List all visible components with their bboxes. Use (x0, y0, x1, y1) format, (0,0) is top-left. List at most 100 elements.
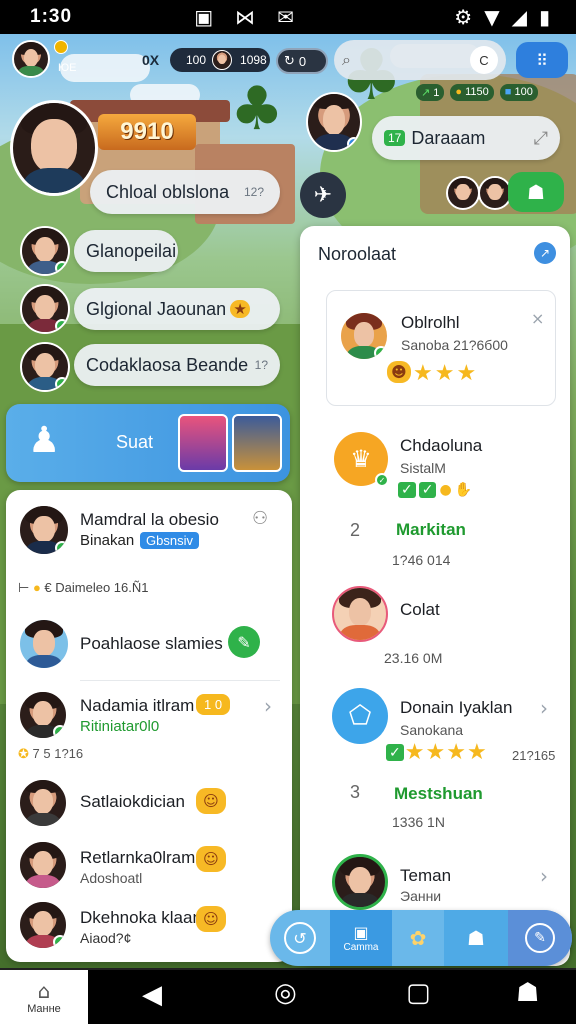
list-avatar[interactable] (332, 854, 388, 910)
chat-message-text: Chloal oblslona (106, 181, 230, 202)
list-item-sub: Aiaod?¢ (80, 930, 132, 946)
search-clear-button[interactable]: C (470, 46, 498, 74)
chevron-right-icon[interactable]: › (540, 864, 548, 888)
back-button[interactable]: ◀ (142, 980, 162, 1010)
chat-message[interactable]: Codaklaosa Beande 1? (74, 344, 280, 386)
stat-chip: ■ 100 (499, 84, 538, 101)
tab-history[interactable]: ↺ (270, 910, 330, 966)
tab-camera[interactable]: ▣ Camma (330, 910, 392, 966)
list-item-sub: SistalМ (400, 460, 446, 476)
chevron-right-icon[interactable]: › (264, 694, 272, 718)
list-avatar[interactable] (18, 778, 68, 828)
chat-message[interactable]: Glanopeilai (74, 230, 178, 272)
list-avatar[interactable]: ✓ (18, 690, 68, 740)
chevron-right-icon[interactable]: › (540, 696, 548, 720)
list-item-meta: ⊢ ● € Daimeleo 16.Ñ1 (18, 580, 149, 595)
emoji-sticker-icon: ☺ (196, 788, 226, 814)
chat-message-text: Glanopeilai (86, 240, 177, 261)
main-score-value: 9910 (120, 118, 174, 145)
badge-row: ✓ ✓ ● ✋ (398, 482, 472, 498)
gear-icon: ⚙ (454, 5, 473, 29)
status-bar: 1:30 ▣ ⋈ ✉ ⚙ ▼ ◢ ▮ (0, 0, 576, 34)
chat-tag-icon: 17 (384, 130, 406, 146)
coins-counter[interactable]: 100 1098 (170, 48, 270, 72)
chat-avatar[interactable]: ✓ (20, 342, 70, 392)
signal-icon: ◢ (511, 5, 527, 29)
list-item-tag: Markitan (396, 520, 466, 539)
mail-notification-icon: ✉ (277, 5, 294, 29)
featured-item[interactable]: ✓ Oblrolhl × Sanoba 21?6б00 ☻ ★ ★ ★ (326, 290, 556, 406)
list-avatar[interactable]: ✓ (18, 900, 68, 950)
coins-value: 100 (186, 53, 207, 67)
close-icon[interactable]: × (531, 309, 544, 328)
pin-button[interactable]: ✈ (300, 172, 346, 218)
search-bar[interactable]: ⌕ C (334, 40, 506, 80)
rank-number: 3 (350, 782, 361, 802)
tab-edit[interactable]: ✎ (508, 910, 572, 966)
search-icon: ⌕ (342, 50, 351, 69)
person-icon: ♟ (28, 420, 61, 461)
user-badge-label: ЮE (58, 62, 77, 74)
chat-partner-avatar[interactable]: ✓ (306, 92, 362, 152)
image-notification-icon: ▣ (194, 5, 214, 29)
profile-avatar[interactable] (12, 40, 50, 78)
account-button[interactable]: ☗ (516, 978, 539, 1008)
more-icon[interactable]: ⚇ (252, 508, 268, 529)
trophy-icon[interactable]: ♛ ✓ (334, 432, 389, 487)
home-tab[interactable]: ⌂ Mанне (0, 970, 88, 1024)
chat-message[interactable]: 17 Daraaam ⤢ (372, 116, 560, 160)
main-character-avatar[interactable]: ✓ (10, 100, 98, 196)
menu-grid-button[interactable]: ⠿ (516, 42, 568, 78)
tab-profile[interactable]: ☗ (444, 910, 508, 966)
list-avatar[interactable]: ✓ (18, 504, 70, 556)
compass-icon[interactable]: ↗ (534, 242, 556, 264)
group-avatar[interactable] (446, 176, 480, 210)
banner-thumbnail (232, 414, 282, 472)
list-item-name: Donain Iyaklan (400, 698, 513, 717)
tab-gifts[interactable]: ✿ (392, 910, 444, 966)
chat-avatar[interactable]: ✓ (20, 226, 70, 276)
chat-avatar[interactable]: ✓ (20, 284, 70, 334)
start-banner[interactable]: ♟ Suat (6, 404, 290, 482)
rank-number: 2 (350, 520, 361, 540)
list-item-name: Dkehnoka klaan (80, 908, 202, 927)
list-item-tag: Binakan (80, 532, 135, 549)
inbox-icon: ▣ (353, 923, 369, 942)
chat-message-text: Codaklaosa Beande (86, 354, 249, 375)
home-tab-label: Mанне (27, 1003, 61, 1015)
chat-message-meta: 12? (243, 185, 264, 199)
bottom-tab-bar: ↺ ▣ Camma ✿ ☗ ✎ (270, 910, 572, 966)
recents-button[interactable]: ▢ (406, 978, 431, 1008)
list-item-sub: Adoshoatl (80, 870, 143, 886)
expand-icon[interactable]: ⤢ (534, 128, 548, 149)
chat-bubble-icon[interactable]: ⬠ (332, 688, 388, 744)
card-title: Noroolaat (318, 244, 397, 264)
search-input[interactable] (356, 52, 457, 68)
clock-icon: ↺ (284, 922, 316, 954)
list-item-name: Poahlaose slamies (80, 634, 223, 653)
group-avatar[interactable] (478, 176, 512, 210)
battery-icon: ▮ (538, 5, 550, 29)
list-item-meta: 23.16 0M (384, 650, 443, 666)
emoji-sticker-icon: ☺ (196, 846, 226, 872)
gift-icon: ✿ (409, 926, 427, 950)
list-item-name: Chdaoluna (400, 436, 483, 455)
list-item-sub: Sanokana (400, 722, 464, 738)
main-score-badge: 9910 (98, 114, 196, 150)
list-item-meta: 21?165 (512, 748, 556, 763)
wifi-icon: ▼ (484, 5, 500, 29)
chat-message[interactable]: Chloal oblslona 12? (90, 170, 280, 214)
energy-value: 0 (298, 53, 307, 69)
energy-counter[interactable]: ↻ 0 (276, 48, 328, 74)
list-avatar[interactable] (18, 618, 70, 670)
list-avatar[interactable] (332, 586, 388, 642)
banner-label: Suat (116, 432, 154, 452)
chat-message[interactable]: Glgional Jaounan ★ (74, 288, 280, 330)
bag-button[interactable]: ☗ (508, 172, 564, 212)
home-button[interactable]: ◎ (274, 978, 297, 1008)
level-label: 0X (142, 52, 160, 68)
edit-button[interactable]: ✎ (228, 626, 260, 658)
list-avatar[interactable] (18, 840, 68, 890)
list-item-meta: 1336 1N (392, 814, 445, 830)
friends-list-card: ✓ Mamdral la obesio ⚇ Binakan Gbsnsiv ⊢ … (6, 490, 292, 962)
